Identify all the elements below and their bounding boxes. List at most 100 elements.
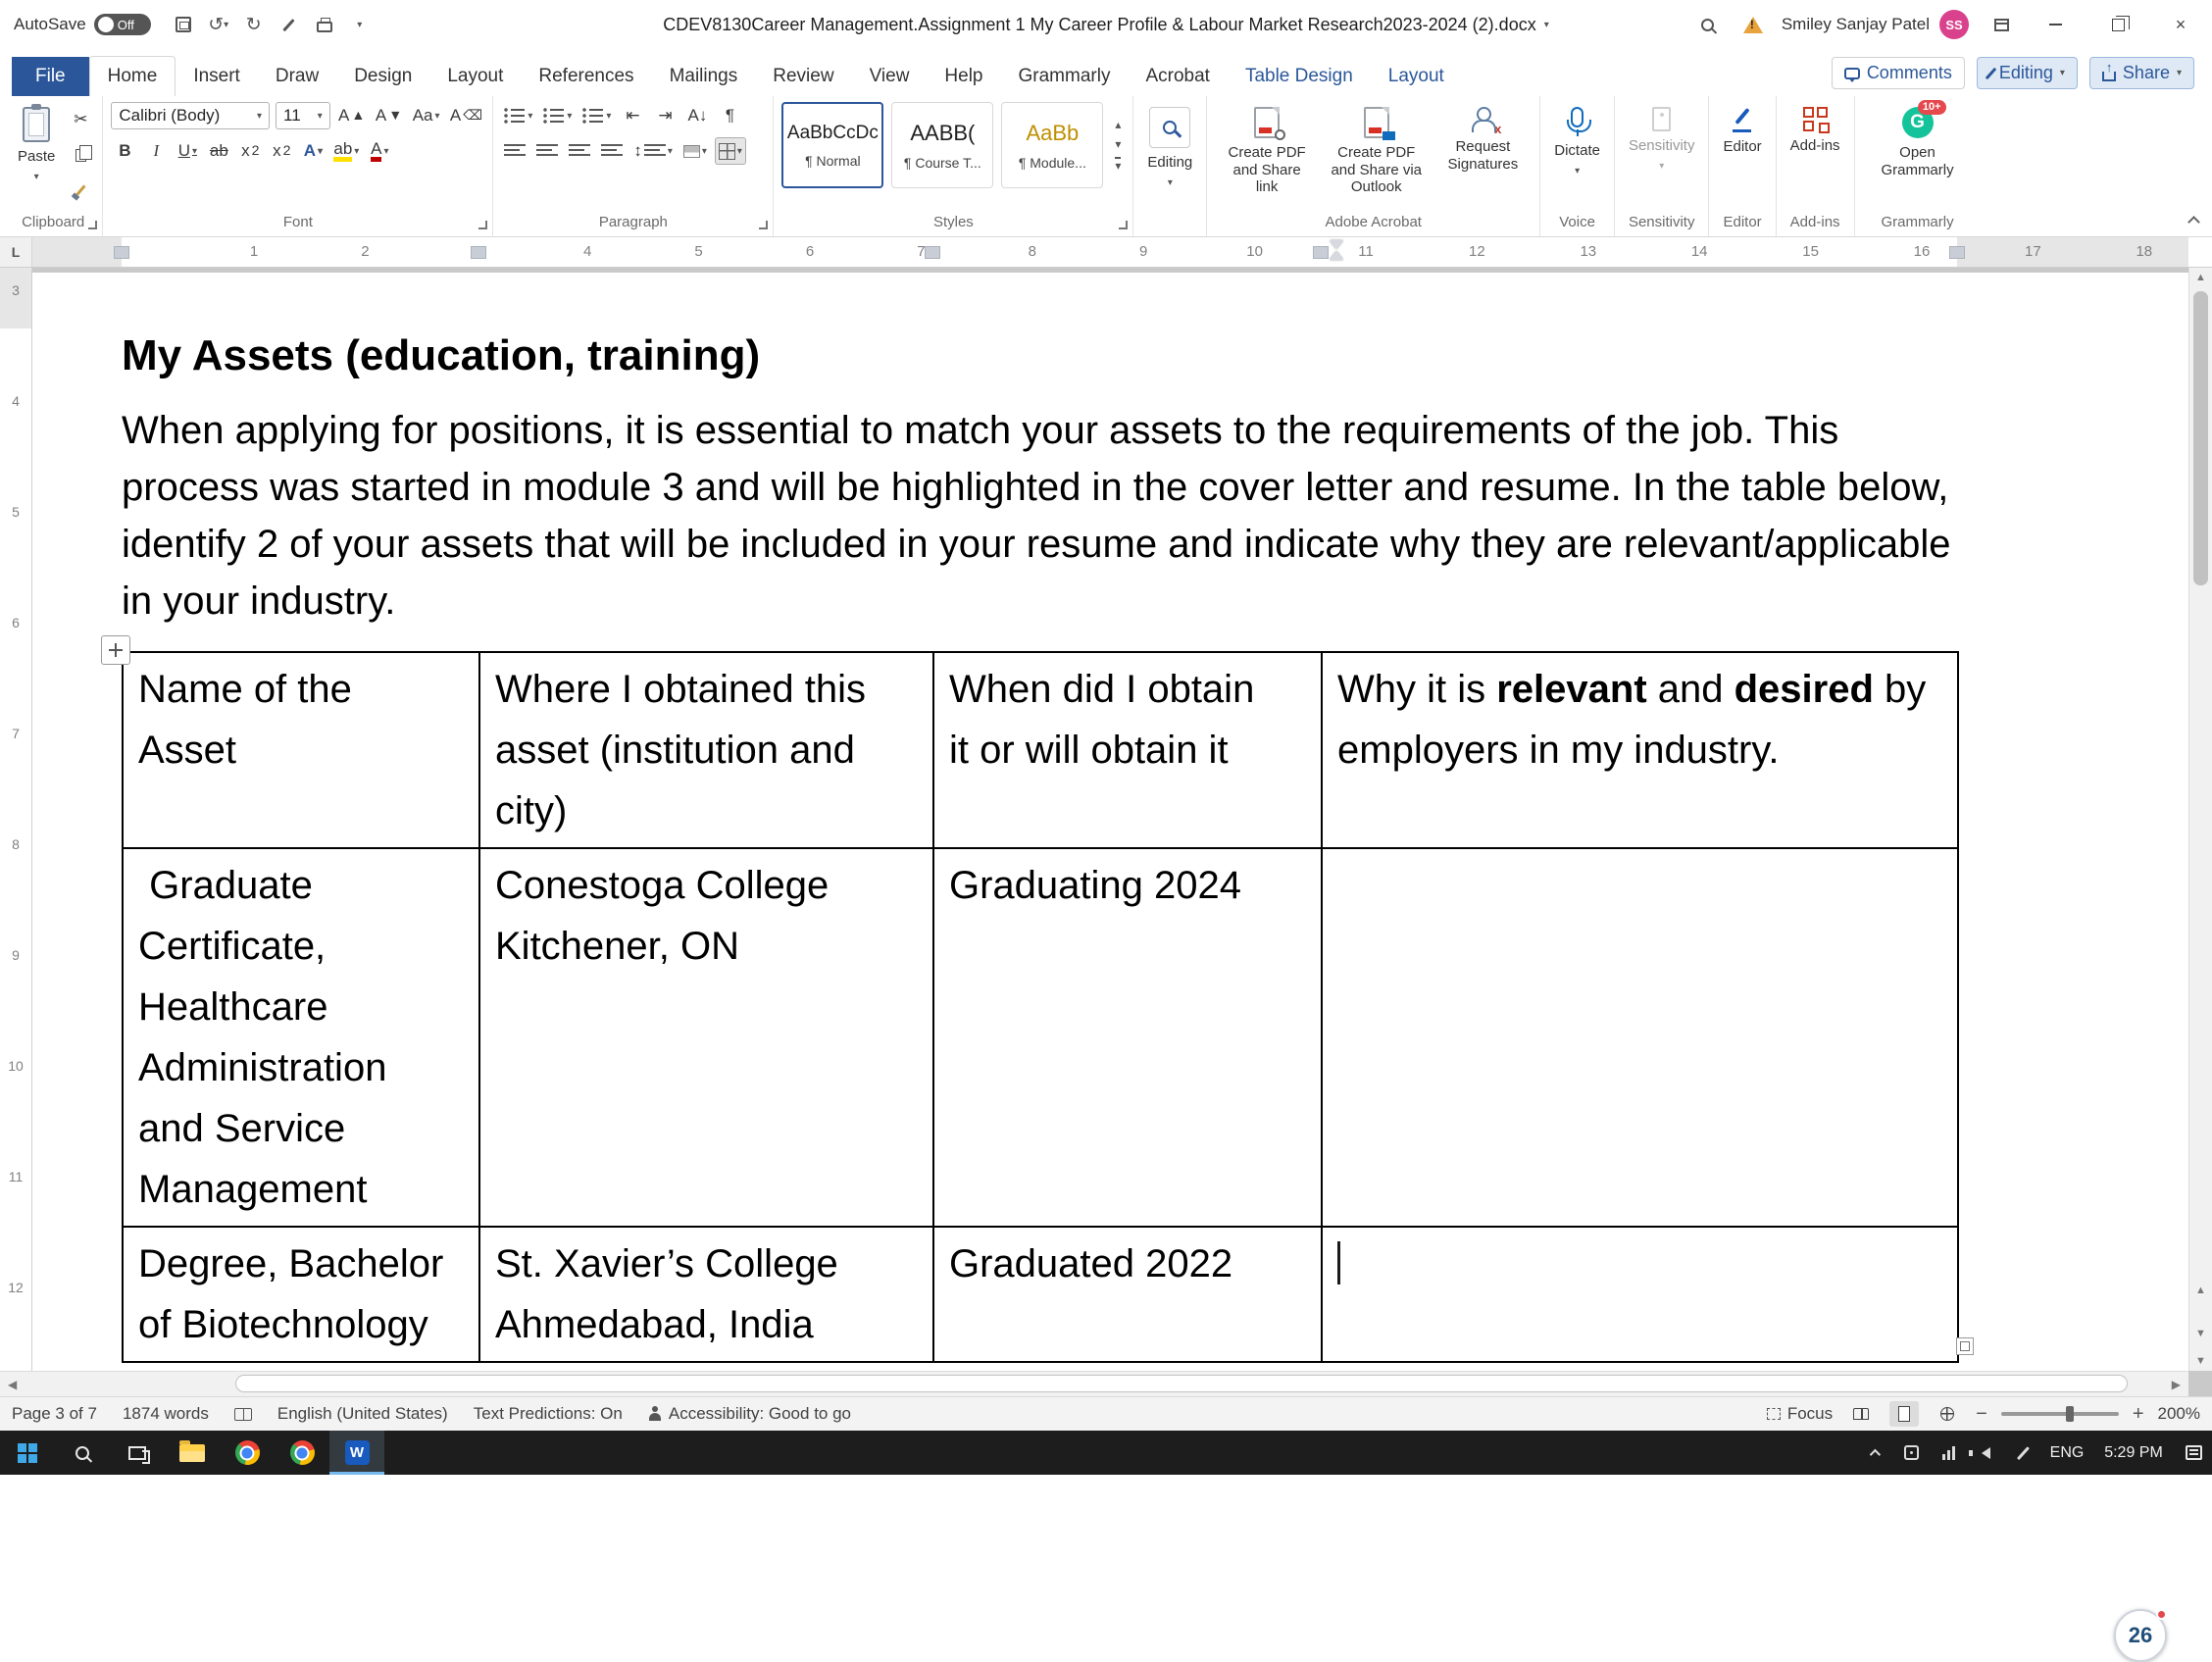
tab-file[interactable]: File — [12, 57, 89, 96]
cell-asset-1-name[interactable]: Graduate Certificate, Healthcare Adminis… — [123, 848, 479, 1227]
text-effects-button[interactable]: A▾ — [299, 137, 327, 165]
draw-button[interactable] — [273, 9, 306, 40]
request-signatures-button[interactable]: x Request Signatures — [1434, 102, 1533, 201]
cell-asset-1-why[interactable] — [1322, 848, 1958, 1227]
bullets-button[interactable]: ▾ — [501, 102, 535, 129]
paragraph-dialog-launcher[interactable] — [759, 221, 768, 229]
horizontal-ruler[interactable]: 123456789101112131415161718 L — [0, 237, 2212, 268]
add-ins-button[interactable]: Add-ins — [1785, 102, 1846, 160]
tab-grammarly[interactable]: Grammarly — [1001, 57, 1129, 96]
font-color-button[interactable]: A▾ — [366, 137, 393, 165]
text-predictions-button[interactable]: Text Predictions: On — [474, 1404, 623, 1424]
first-line-indent-marker[interactable] — [1330, 240, 1343, 249]
change-case-button[interactable]: Aa▾ — [410, 102, 441, 129]
zoom-in-button[interactable]: + — [2133, 1403, 2144, 1426]
styles-scroll-down-button[interactable]: ▾ — [1115, 137, 1121, 151]
title-chevron-icon[interactable]: ▾ — [1544, 20, 1549, 30]
align-right-button[interactable] — [566, 137, 593, 165]
table-column-marker[interactable] — [114, 246, 129, 259]
vertical-ruler[interactable]: 3456789101112 — [0, 268, 32, 1371]
superscript-button[interactable]: x2 — [268, 137, 295, 165]
scroll-up-arrow[interactable]: ▲ — [2189, 272, 2212, 283]
scroll-right-arrow[interactable]: ▶ — [2172, 1378, 2181, 1391]
subscript-button[interactable]: x2 — [236, 137, 264, 165]
font-size-select[interactable]: 11▾ — [276, 102, 330, 129]
cell-asset-1-when[interactable]: Graduating 2024 — [933, 848, 1322, 1227]
style-normal[interactable]: AaBbCcDc ¶ Normal — [781, 102, 883, 188]
underline-button[interactable]: U▾ — [174, 137, 201, 165]
cell-asset-2-when[interactable]: Graduated 2022 — [933, 1227, 1322, 1362]
close-button[interactable]: × — [2149, 0, 2212, 49]
cell-asset-2-where[interactable]: St. Xavier’s College Ahmedabad, India — [479, 1227, 933, 1362]
alerts-button[interactable] — [1731, 0, 1776, 49]
table-column-marker[interactable] — [471, 246, 486, 259]
table-column-marker[interactable] — [925, 246, 940, 259]
cell-asset-1-where[interactable]: Conestoga College Kitchener, ON — [479, 848, 933, 1227]
language-indicator[interactable]: ENG — [2041, 1431, 2092, 1475]
cell-asset-2-name[interactable]: Degree, Bachelor of Biotechnology — [123, 1227, 479, 1362]
highlight-color-button[interactable]: ab▾ — [330, 137, 362, 165]
tab-stop-selector[interactable]: L — [0, 237, 32, 267]
search-button[interactable] — [1685, 0, 1731, 49]
file-explorer-button[interactable] — [165, 1431, 220, 1475]
user-avatar[interactable]: SS — [1939, 10, 1969, 39]
hanging-indent-marker[interactable] — [1330, 251, 1343, 260]
font-name-select[interactable]: Calibri (Body)▾ — [111, 102, 270, 129]
chrome-button-1[interactable] — [220, 1431, 275, 1475]
scroll-down-arrow[interactable]: ▼ — [2189, 1355, 2212, 1367]
styles-dialog-launcher[interactable] — [1119, 221, 1128, 229]
zoom-slider-thumb[interactable] — [2066, 1406, 2074, 1422]
create-pdf-outlook-button[interactable]: Create PDF and Share via Outlook — [1319, 102, 1434, 201]
header-cell-where-obtained[interactable]: Where I obtained this asset (institution… — [479, 652, 933, 848]
styles-scroll-up-button[interactable]: ▴ — [1115, 118, 1121, 131]
comments-button[interactable]: Comments — [1832, 57, 1965, 89]
network-button[interactable] — [1930, 1431, 1967, 1475]
web-layout-button[interactable] — [1933, 1401, 1962, 1427]
align-left-button[interactable] — [501, 137, 528, 165]
editing-group-button[interactable]: Editing ▾ — [1141, 102, 1198, 193]
line-spacing-button[interactable]: ↕▾ — [630, 137, 676, 165]
word-count[interactable]: 1874 words — [123, 1404, 209, 1424]
autosave-toggle[interactable]: Off — [94, 14, 151, 35]
cell-asset-2-why[interactable] — [1322, 1227, 1958, 1362]
tab-insert[interactable]: Insert — [176, 57, 258, 96]
copy-button[interactable] — [67, 141, 94, 169]
task-view-button[interactable] — [110, 1431, 165, 1475]
grow-font-button[interactable]: A▲ — [336, 102, 368, 129]
vertical-scrollbar[interactable]: ▲ ▲ ▼ ▼ — [2188, 268, 2212, 1371]
header-cell-asset-name[interactable]: Name of the Asset — [123, 652, 479, 848]
print-layout-button[interactable] — [1889, 1401, 1919, 1427]
align-center-button[interactable] — [533, 137, 561, 165]
print-button[interactable] — [308, 9, 341, 40]
shading-button[interactable]: ▾ — [680, 137, 710, 165]
notification-center-button[interactable] — [2175, 1431, 2212, 1475]
clock[interactable]: 5:29 PM — [2092, 1431, 2175, 1475]
share-button[interactable]: Share ▾ — [2089, 57, 2194, 89]
sensitivity-button[interactable]: Sensitivity ▾ — [1623, 102, 1701, 176]
volume-button[interactable] — [1967, 1431, 2004, 1475]
cut-button[interactable]: ✂ — [67, 106, 94, 133]
shrink-font-button[interactable]: A▼ — [374, 102, 405, 129]
vertical-scroll-thumb[interactable] — [2193, 291, 2208, 585]
increase-indent-button[interactable]: ⇥ — [651, 102, 679, 129]
tab-mailings[interactable]: Mailings — [652, 57, 756, 96]
undo-button[interactable]: ↺▾ — [202, 9, 235, 40]
open-grammarly-button[interactable]: G 10+ Open Grammarly — [1863, 102, 1973, 183]
tray-app-button[interactable] — [1892, 1431, 1930, 1475]
page-indicator[interactable]: Page 3 of 7 — [12, 1404, 97, 1424]
table-column-marker[interactable] — [1949, 246, 1965, 259]
multilevel-list-button[interactable]: ▾ — [579, 102, 614, 129]
style-course-title[interactable]: AABB( ¶ Course T... — [891, 102, 993, 188]
style-module[interactable]: AaBb ¶ Module... — [1001, 102, 1103, 188]
focus-button[interactable]: Focus — [1767, 1404, 1833, 1424]
tab-table-design[interactable]: Table Design — [1228, 57, 1371, 96]
clipboard-dialog-launcher[interactable] — [88, 221, 97, 229]
zoom-slider[interactable] — [2001, 1412, 2119, 1416]
tab-acrobat[interactable]: Acrobat — [1128, 57, 1227, 96]
tab-help[interactable]: Help — [927, 57, 1000, 96]
document-page[interactable]: My Assets (education, training) When app… — [32, 273, 2188, 1371]
grammarly-assistant-badge[interactable]: 26 — [2114, 1609, 2167, 1662]
table-resize-handle[interactable] — [1956, 1337, 1974, 1355]
show-formatting-marks-button[interactable]: ¶ — [716, 102, 743, 129]
strikethrough-button[interactable]: ab — [205, 137, 232, 165]
